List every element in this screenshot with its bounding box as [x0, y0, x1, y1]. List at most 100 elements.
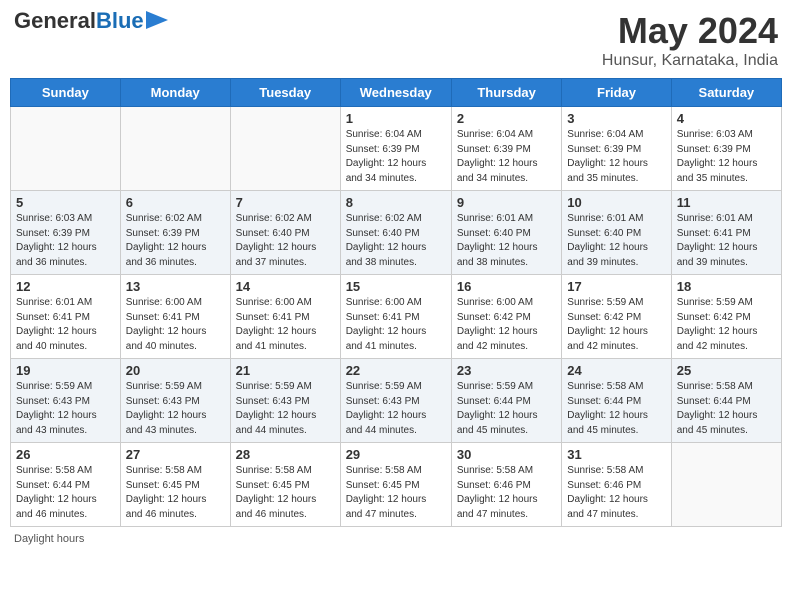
- logo-arrow-icon: [146, 11, 168, 29]
- calendar-table: SundayMondayTuesdayWednesdayThursdayFrid…: [10, 78, 782, 527]
- page-header: GeneralBlue May 2024 Hunsur, Karnataka, …: [10, 10, 782, 70]
- calendar-cell: 14Sunrise: 6:00 AM Sunset: 6:41 PM Dayli…: [230, 275, 340, 359]
- calendar-cell: 29 Sunrise: 5:58 AM Sunset: 6:45 PM Dayli…: [340, 443, 451, 527]
- calendar-cell: 24Sunrise: 5:58 AM Sunset: 6:44 PM Dayli…: [562, 359, 671, 443]
- day-info: Sunrise: 5:58 AM Sunset: 6:45 PM Dayligh…: [126, 464, 225, 522]
- day-number: 15: [346, 279, 446, 294]
- calendar-cell: 2 Sunrise: 6:04 AM Sunset: 6:39 PM Daylig…: [451, 107, 561, 191]
- day-number: 8: [346, 195, 446, 210]
- day-info: Sunrise: 6:00 AM Sunset: 6:41 PM Dayligh…: [346, 296, 446, 354]
- calendar-cell: 5Sunrise: 6:03 AM Sunset: 6:39 PM Daylig…: [11, 191, 121, 275]
- calendar-cell: 4 Sunrise: 6:03 AM Sunset: 6:39 PM Daylig…: [671, 107, 781, 191]
- calendar-cell: 13 Sunrise: 6:00 AM Sunset: 6:41 PM Dayli…: [120, 275, 230, 359]
- day-info: Sunrise: 5:59 AM Sunset: 6:44 PM Dayligh…: [457, 380, 556, 438]
- calendar-cell: 28 Sunrise: 5:58 AM Sunset: 6:45 PM Dayli…: [230, 443, 340, 527]
- day-info: Sunrise: 6:00 AM Sunset: 6:41 PM Dayligh…: [236, 296, 335, 354]
- calendar-week-row: 19 Sunrise: 5:59 AM Sunset: 6:43 PM Dayli…: [11, 359, 782, 443]
- calendar-cell: 19 Sunrise: 5:59 AM Sunset: 6:43 PM Dayli…: [11, 359, 121, 443]
- calendar-cell: 17Sunrise: 5:59 AM Sunset: 6:42 PM Dayli…: [562, 275, 671, 359]
- day-info: Sunrise: 5:58 AM Sunset: 6:44 PM Dayligh…: [677, 380, 776, 438]
- calendar-cell: [671, 443, 781, 527]
- calendar-day-header: Wednesday: [340, 79, 451, 107]
- day-info: Sunrise: 5:58 AM Sunset: 6:45 PM Dayligh…: [346, 464, 446, 522]
- day-info: Sunrise: 5:59 AM Sunset: 6:43 PM Dayligh…: [16, 380, 115, 438]
- day-number: 28: [236, 447, 335, 462]
- day-info: Sunrise: 6:01 AM Sunset: 6:41 PM Dayligh…: [677, 212, 776, 270]
- day-number: 11: [677, 195, 776, 210]
- calendar-cell: 8 Sunrise: 6:02 AM Sunset: 6:40 PM Daylig…: [340, 191, 451, 275]
- calendar-day-header: Sunday: [11, 79, 121, 107]
- calendar-header-row: SundayMondayTuesdayWednesdayThursdayFrid…: [11, 79, 782, 107]
- calendar-cell: 20 Sunrise: 5:59 AM Sunset: 6:43 PM Dayli…: [120, 359, 230, 443]
- day-info: Sunrise: 5:58 AM Sunset: 6:44 PM Dayligh…: [16, 464, 115, 522]
- location-title: Hunsur, Karnataka, India: [602, 52, 778, 70]
- day-info: Sunrise: 6:04 AM Sunset: 6:39 PM Dayligh…: [346, 128, 446, 186]
- day-number: 9: [457, 195, 556, 210]
- calendar-cell: 27 Sunrise: 5:58 AM Sunset: 6:45 PM Dayli…: [120, 443, 230, 527]
- day-info: Sunrise: 6:00 AM Sunset: 6:41 PM Dayligh…: [126, 296, 225, 354]
- footer: Daylight hours: [10, 533, 782, 545]
- day-number: 18: [677, 279, 776, 294]
- calendar-cell: 9 Sunrise: 6:01 AM Sunset: 6:40 PM Daylig…: [451, 191, 561, 275]
- day-number: 23: [457, 363, 556, 378]
- day-info: Sunrise: 6:01 AM Sunset: 6:40 PM Dayligh…: [457, 212, 556, 270]
- calendar-cell: 6Sunrise: 6:02 AM Sunset: 6:39 PM Daylig…: [120, 191, 230, 275]
- calendar-cell: 18Sunrise: 5:59 AM Sunset: 6:42 PM Dayli…: [671, 275, 781, 359]
- day-number: 7: [236, 195, 335, 210]
- day-info: Sunrise: 5:58 AM Sunset: 6:45 PM Dayligh…: [236, 464, 335, 522]
- day-info: Sunrise: 6:01 AM Sunset: 6:40 PM Dayligh…: [567, 212, 665, 270]
- calendar-week-row: 26 Sunrise: 5:58 AM Sunset: 6:44 PM Dayli…: [11, 443, 782, 527]
- day-number: 13: [126, 279, 225, 294]
- day-number: 12: [16, 279, 115, 294]
- calendar-cell: 31 Sunrise: 5:58 AM Sunset: 6:46 PM Dayli…: [562, 443, 671, 527]
- day-number: 27: [126, 447, 225, 462]
- calendar-day-header: Friday: [562, 79, 671, 107]
- day-number: 22: [346, 363, 446, 378]
- calendar-week-row: 1 Sunrise: 6:04 AM Sunset: 6:39 PM Daylig…: [11, 107, 782, 191]
- day-info: Sunrise: 6:03 AM Sunset: 6:39 PM Dayligh…: [677, 128, 776, 186]
- day-info: Sunrise: 5:58 AM Sunset: 6:46 PM Dayligh…: [457, 464, 556, 522]
- day-info: Sunrise: 5:59 AM Sunset: 6:43 PM Dayligh…: [126, 380, 225, 438]
- calendar-cell: 1 Sunrise: 6:04 AM Sunset: 6:39 PM Daylig…: [340, 107, 451, 191]
- calendar-cell: 15 Sunrise: 6:00 AM Sunset: 6:41 PM Dayli…: [340, 275, 451, 359]
- day-number: 10: [567, 195, 665, 210]
- calendar-cell: 7Sunrise: 6:02 AM Sunset: 6:40 PM Daylig…: [230, 191, 340, 275]
- day-number: 19: [16, 363, 115, 378]
- day-info: Sunrise: 5:58 AM Sunset: 6:44 PM Dayligh…: [567, 380, 665, 438]
- logo-text: GeneralBlue: [14, 10, 144, 32]
- calendar-day-header: Saturday: [671, 79, 781, 107]
- day-info: Sunrise: 6:04 AM Sunset: 6:39 PM Dayligh…: [457, 128, 556, 186]
- calendar-cell: 23 Sunrise: 5:59 AM Sunset: 6:44 PM Dayli…: [451, 359, 561, 443]
- day-number: 31: [567, 447, 665, 462]
- day-number: 16: [457, 279, 556, 294]
- day-number: 3: [567, 111, 665, 126]
- calendar-cell: 12 Sunrise: 6:01 AM Sunset: 6:41 PM Dayli…: [11, 275, 121, 359]
- calendar-cell: 21Sunrise: 5:59 AM Sunset: 6:43 PM Dayli…: [230, 359, 340, 443]
- day-info: Sunrise: 6:01 AM Sunset: 6:41 PM Dayligh…: [16, 296, 115, 354]
- calendar-cell: 3 Sunrise: 6:04 AM Sunset: 6:39 PM Daylig…: [562, 107, 671, 191]
- day-number: 29: [346, 447, 446, 462]
- day-number: 17: [567, 279, 665, 294]
- logo-general: General: [14, 8, 96, 33]
- day-info: Sunrise: 5:58 AM Sunset: 6:46 PM Dayligh…: [567, 464, 665, 522]
- calendar-cell: 26 Sunrise: 5:58 AM Sunset: 6:44 PM Dayli…: [11, 443, 121, 527]
- day-number: 26: [16, 447, 115, 462]
- day-info: Sunrise: 6:00 AM Sunset: 6:42 PM Dayligh…: [457, 296, 556, 354]
- calendar-cell: 30Sunrise: 5:58 AM Sunset: 6:46 PM Dayli…: [451, 443, 561, 527]
- calendar-cell: [230, 107, 340, 191]
- calendar-cell: [11, 107, 121, 191]
- calendar-day-header: Tuesday: [230, 79, 340, 107]
- day-number: 1: [346, 111, 446, 126]
- day-info: Sunrise: 6:04 AM Sunset: 6:39 PM Dayligh…: [567, 128, 665, 186]
- calendar-day-header: Monday: [120, 79, 230, 107]
- logo: GeneralBlue: [14, 10, 168, 32]
- day-info: Sunrise: 5:59 AM Sunset: 6:43 PM Dayligh…: [346, 380, 446, 438]
- calendar-week-row: 5Sunrise: 6:03 AM Sunset: 6:39 PM Daylig…: [11, 191, 782, 275]
- day-number: 2: [457, 111, 556, 126]
- day-info: Sunrise: 6:02 AM Sunset: 6:40 PM Dayligh…: [346, 212, 446, 270]
- day-info: Sunrise: 6:02 AM Sunset: 6:39 PM Dayligh…: [126, 212, 225, 270]
- day-number: 5: [16, 195, 115, 210]
- day-number: 4: [677, 111, 776, 126]
- calendar-cell: 22 Sunrise: 5:59 AM Sunset: 6:43 PM Dayli…: [340, 359, 451, 443]
- day-number: 20: [126, 363, 225, 378]
